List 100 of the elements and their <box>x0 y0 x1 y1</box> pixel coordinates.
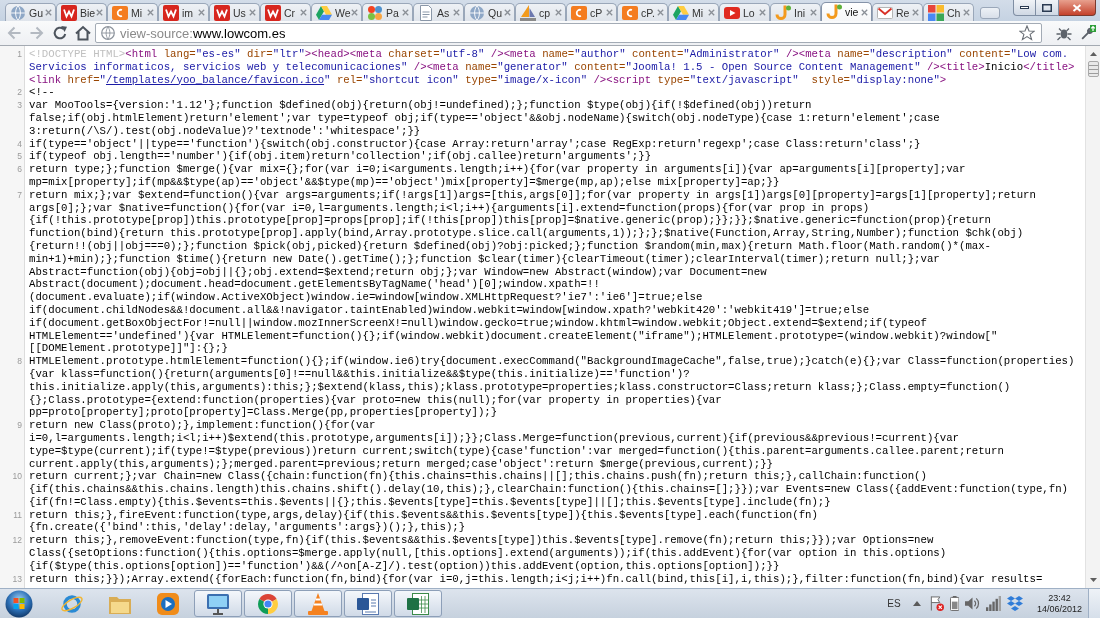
line-number: 8 <box>17 355 22 368</box>
browser-tab[interactable]: Ini <box>770 3 821 21</box>
line-number: 2 <box>17 86 22 100</box>
close-icon[interactable] <box>300 9 307 16</box>
close-icon[interactable] <box>657 9 664 16</box>
code-line: this.initialize.apply(this,arguments):this;};$extend(klass,this);klass.prototype=properties;klass.constructor=Class;return klass;};Class.empty=function() <box>29 380 1011 394</box>
browser-tab[interactable]: Mi <box>107 3 158 21</box>
browser-tab[interactable]: im <box>158 3 209 21</box>
back-arrow-icon <box>6 25 22 41</box>
browser-tab[interactable]: Gu <box>5 3 56 21</box>
play-icon <box>156 591 180 616</box>
close-icon[interactable] <box>453 9 460 16</box>
sail-icon <box>520 4 536 21</box>
bookmark-star-icon[interactable] <box>1019 25 1035 41</box>
code-line: if(document.getBoxObjectFor!=null||window.mozInnerScreenX!=null)window.gecko=true;window.khtml=window.webkit;Object.extend=$extend;if(typeof <box>29 316 927 330</box>
caret-icon[interactable] <box>912 601 921 606</box>
taskbar-button[interactable] <box>194 590 242 617</box>
close-icon[interactable] <box>351 9 358 16</box>
diamonds-icon[interactable] <box>1006 596 1023 611</box>
code-line: HTMLElement.prototype.htmlElement=function(){};if(window.ie6)try{document.execCommand("BackgroundImageCache",false,true);}catch(e){};var Class=function(properties) <box>29 355 1075 368</box>
close-icon[interactable] <box>198 9 205 16</box>
line-number: 9 <box>17 419 22 432</box>
code-line: Abstract(document);document.head=document.getElementsByTagName('head')[0];window.xpath=!! <box>29 278 600 292</box>
line-number: 10 <box>12 470 22 484</box>
scroll-up-icon[interactable] <box>1089 52 1097 56</box>
battery-icon[interactable] <box>949 596 959 611</box>
close-icon[interactable] <box>249 9 256 16</box>
source-link[interactable]: /templates/yoo_balance/favicon.ico <box>106 73 325 86</box>
hook-icon <box>775 4 791 21</box>
code-line: <!-- <box>29 86 55 100</box>
browser-tab[interactable]: Qu <box>464 3 515 21</box>
start-button[interactable] <box>5 589 33 618</box>
browser-tab[interactable]: Re <box>872 3 923 21</box>
close-icon[interactable] <box>504 9 511 16</box>
browser-tab[interactable]: vie <box>821 2 872 21</box>
extension-button[interactable] <box>1056 25 1072 41</box>
close-icon[interactable] <box>759 9 766 16</box>
close-window-button[interactable] <box>1059 0 1096 16</box>
code-line: args[0];};var $native=function(){for(var i=0,l=arguments.length;i<l;i++){arguments[i].extend=function(props){for(var prop in props) <box>29 201 870 215</box>
language-indicator[interactable]: ES <box>887 598 901 609</box>
address-field[interactable]: view-source:www.lowcom.es <box>95 23 1042 43</box>
close-icon[interactable] <box>555 9 562 16</box>
browser-tab[interactable]: cP. <box>617 3 668 21</box>
close-icon[interactable] <box>963 9 970 16</box>
zigzag-tile-icon <box>265 4 281 21</box>
reload-button[interactable] <box>52 25 68 41</box>
browser-tab[interactable]: Ch <box>923 3 974 21</box>
line-number: 11 <box>13 508 22 522</box>
taskbar-button[interactable] <box>394 590 442 617</box>
close-icon[interactable] <box>912 9 919 16</box>
browser-tab[interactable]: cP <box>566 3 617 21</box>
close-icon[interactable] <box>606 9 613 16</box>
minimize-button[interactable] <box>1013 0 1036 16</box>
home-button[interactable] <box>75 25 91 41</box>
flag-icon[interactable] <box>928 596 944 611</box>
taskbar-button[interactable] <box>156 591 180 616</box>
envelope-icon <box>877 4 893 21</box>
browser-tab[interactable]: Pa <box>362 3 413 21</box>
arc-tile-icon <box>571 4 587 21</box>
code-line: {if(this.chains&&this.chains.length)this.chains.shift().delay(10,this);},clearChain:function(){this.chains=[];}});var Events=new Class({addEvent:function(type,fn) <box>29 483 1068 496</box>
code-line: mp=mix[property];if(mp&&$type(ap)=='object'&&$type(mp)=='object')mix[property]=$merge(mp,ap);else mix[property]=ap;}} <box>29 175 780 189</box>
browser-tab[interactable]: Us <box>209 3 260 21</box>
taskbar-button[interactable] <box>244 590 292 617</box>
close-icon[interactable] <box>147 9 154 16</box>
browser-tab[interactable]: cp <box>515 3 566 21</box>
scroll-thumb[interactable] <box>1087 61 1099 77</box>
zigzag-tile-icon <box>61 4 77 21</box>
code-line: return mix;};var $extend=function(){var args=arguments;if(!args[1])args=[this,args[0]];for(var property in args[1])args[0][property]=args[1][property];return <box>29 188 1036 202</box>
wheel-icon <box>256 591 280 616</box>
line-number: 5 <box>17 150 22 164</box>
code-line: return this;},fireEvent:function(type,args,delay){if(this.$events&&this.$events[type]){this.$events[type].each(function(fn) <box>29 508 818 522</box>
code-line: {fn.create({'bind':this,'delay':delay,'arguments':args})();},this);} <box>29 521 466 535</box>
close-icon[interactable] <box>402 9 409 16</box>
zigzag-tile-icon <box>214 4 230 21</box>
close-icon[interactable] <box>861 8 868 16</box>
browser-tab[interactable]: Mi <box>668 3 719 21</box>
code-line: return new Class(proto);},implement:function(){for(var <box>29 419 376 432</box>
close-icon[interactable] <box>708 9 715 16</box>
browser-tab[interactable]: Bie <box>56 3 107 21</box>
taskbar-button[interactable] <box>344 590 392 617</box>
close-icon[interactable] <box>96 9 103 16</box>
code-line: {return!!(obj||obj===0);};function $pick(obj,picked){return $defined(obj)?obj:picked;};function $random(min,max){return Math.floor(Math.random()*(max- <box>29 239 992 253</box>
browser-tab[interactable]: As <box>413 3 464 21</box>
close-icon[interactable] <box>810 9 817 16</box>
cone-icon <box>306 591 330 616</box>
browser-tab[interactable]: Lo <box>719 3 770 21</box>
show-desktop-button[interactable] <box>1088 589 1100 618</box>
close-icon[interactable] <box>45 9 52 16</box>
maximize-button[interactable] <box>1036 0 1059 16</box>
code-line: 3:return(/\S/).test(obj.nodeValue)?'textnode':'whitespace';}} <box>29 124 421 138</box>
speaker-icon[interactable] <box>964 596 980 611</box>
line-number: 3 <box>17 99 22 112</box>
scroll-down-icon[interactable] <box>1089 578 1097 582</box>
browser-tab[interactable]: Cr <box>260 3 311 21</box>
signal-icon[interactable] <box>985 596 1001 611</box>
close-icon <box>1072 3 1082 12</box>
code-line: [[DOMElement.prototype]]"]:{};} <box>29 342 228 356</box>
menu-button[interactable] <box>1080 25 1096 41</box>
new-tab-button[interactable] <box>980 7 1000 19</box>
browser-tab[interactable]: We <box>311 3 362 21</box>
